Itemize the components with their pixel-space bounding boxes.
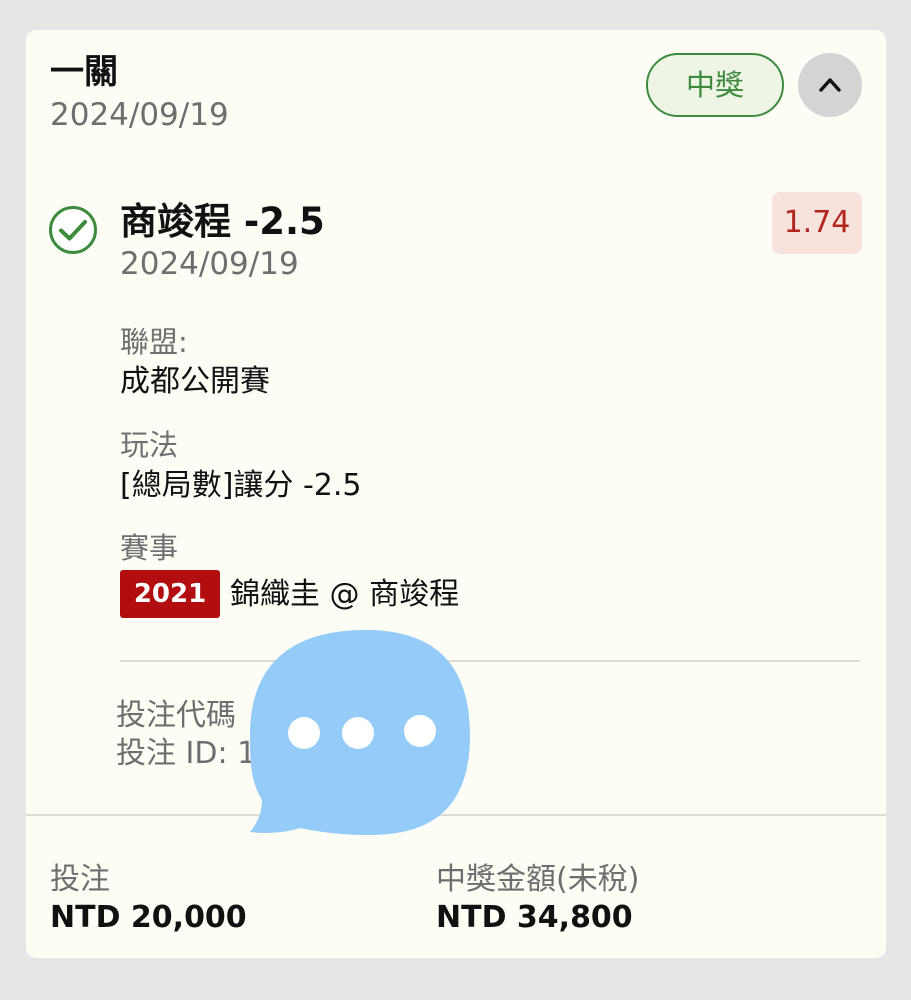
footer-divider [26,814,886,816]
selection-date: 2024/09/19 [120,246,299,282]
payout-label: 中獎金額(未稅) [436,862,640,897]
payout-value: NTD 34,800 [436,900,633,935]
check-circle-icon [49,206,97,254]
bet-code-label: 投注代碼 [116,698,236,733]
chevron-up-icon [819,78,841,92]
bet-id-label: 投注 ID: 1 [116,736,257,771]
league-value: 成都公開賽 [120,364,270,399]
event-label: 賽事 [120,531,179,565]
play-type-label: 玩法 [120,428,179,462]
stake-value: NTD 20,000 [50,900,247,935]
stake-label: 投注 [50,862,110,897]
play-type-value: [總局數]讓分 -2.5 [120,468,362,503]
event-teams: 錦織圭 @ 商竣程 [230,577,460,612]
collapse-button[interactable] [798,53,862,117]
bet-date: 2024/09/19 [50,97,229,133]
bet-slip-card: 一關 2024/09/19 中獎 商竣程 -2.5 2024/09/19 1.7… [26,30,886,958]
league-label: 聯盟: [120,325,188,359]
bet-type-title: 一關 [50,52,118,92]
divider [120,660,860,662]
odds-badge: 1.74 [772,192,862,254]
win-status-badge: 中獎 [646,53,784,117]
event-year-badge: 2021 [120,570,220,618]
selection-name: 商竣程 -2.5 [120,200,325,243]
